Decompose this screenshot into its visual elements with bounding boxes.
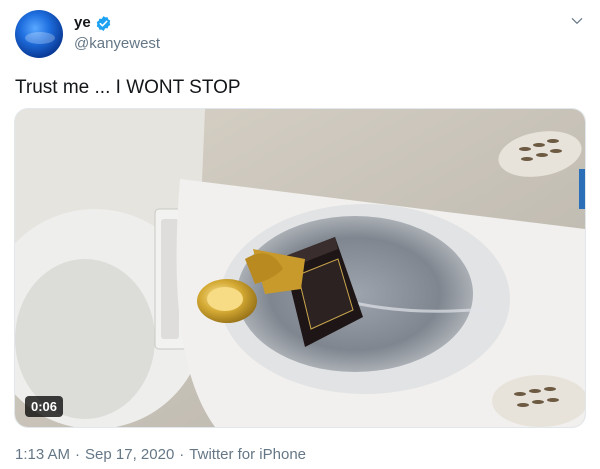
user-name-row[interactable]: ye	[74, 14, 112, 32]
tweet-date[interactable]: Sep 17, 2020	[85, 446, 174, 464]
tweet-meta: 1:13 AM · Sep 17, 2020 · Twitter for iPh…	[15, 446, 306, 464]
video-duration-badge: 0:06	[25, 396, 64, 417]
video-frame	[15, 109, 585, 427]
meta-separator: ·	[75, 446, 81, 463]
display-name[interactable]: ye	[74, 14, 91, 32]
user-handle[interactable]: @kanyewest	[74, 35, 160, 53]
avatar[interactable]	[15, 10, 63, 58]
meta-separator: ·	[179, 446, 185, 463]
tweet-time[interactable]: 1:13 AM	[15, 446, 70, 464]
tweet-source[interactable]: Twitter for iPhone	[189, 446, 306, 464]
avatar-shine	[25, 32, 55, 44]
chevron-down-icon[interactable]	[570, 14, 584, 28]
verified-badge-icon	[96, 15, 110, 31]
tweet-text: Trust me ... I WONT STOP	[15, 77, 241, 98]
video-player[interactable]: 0:06	[14, 108, 586, 428]
